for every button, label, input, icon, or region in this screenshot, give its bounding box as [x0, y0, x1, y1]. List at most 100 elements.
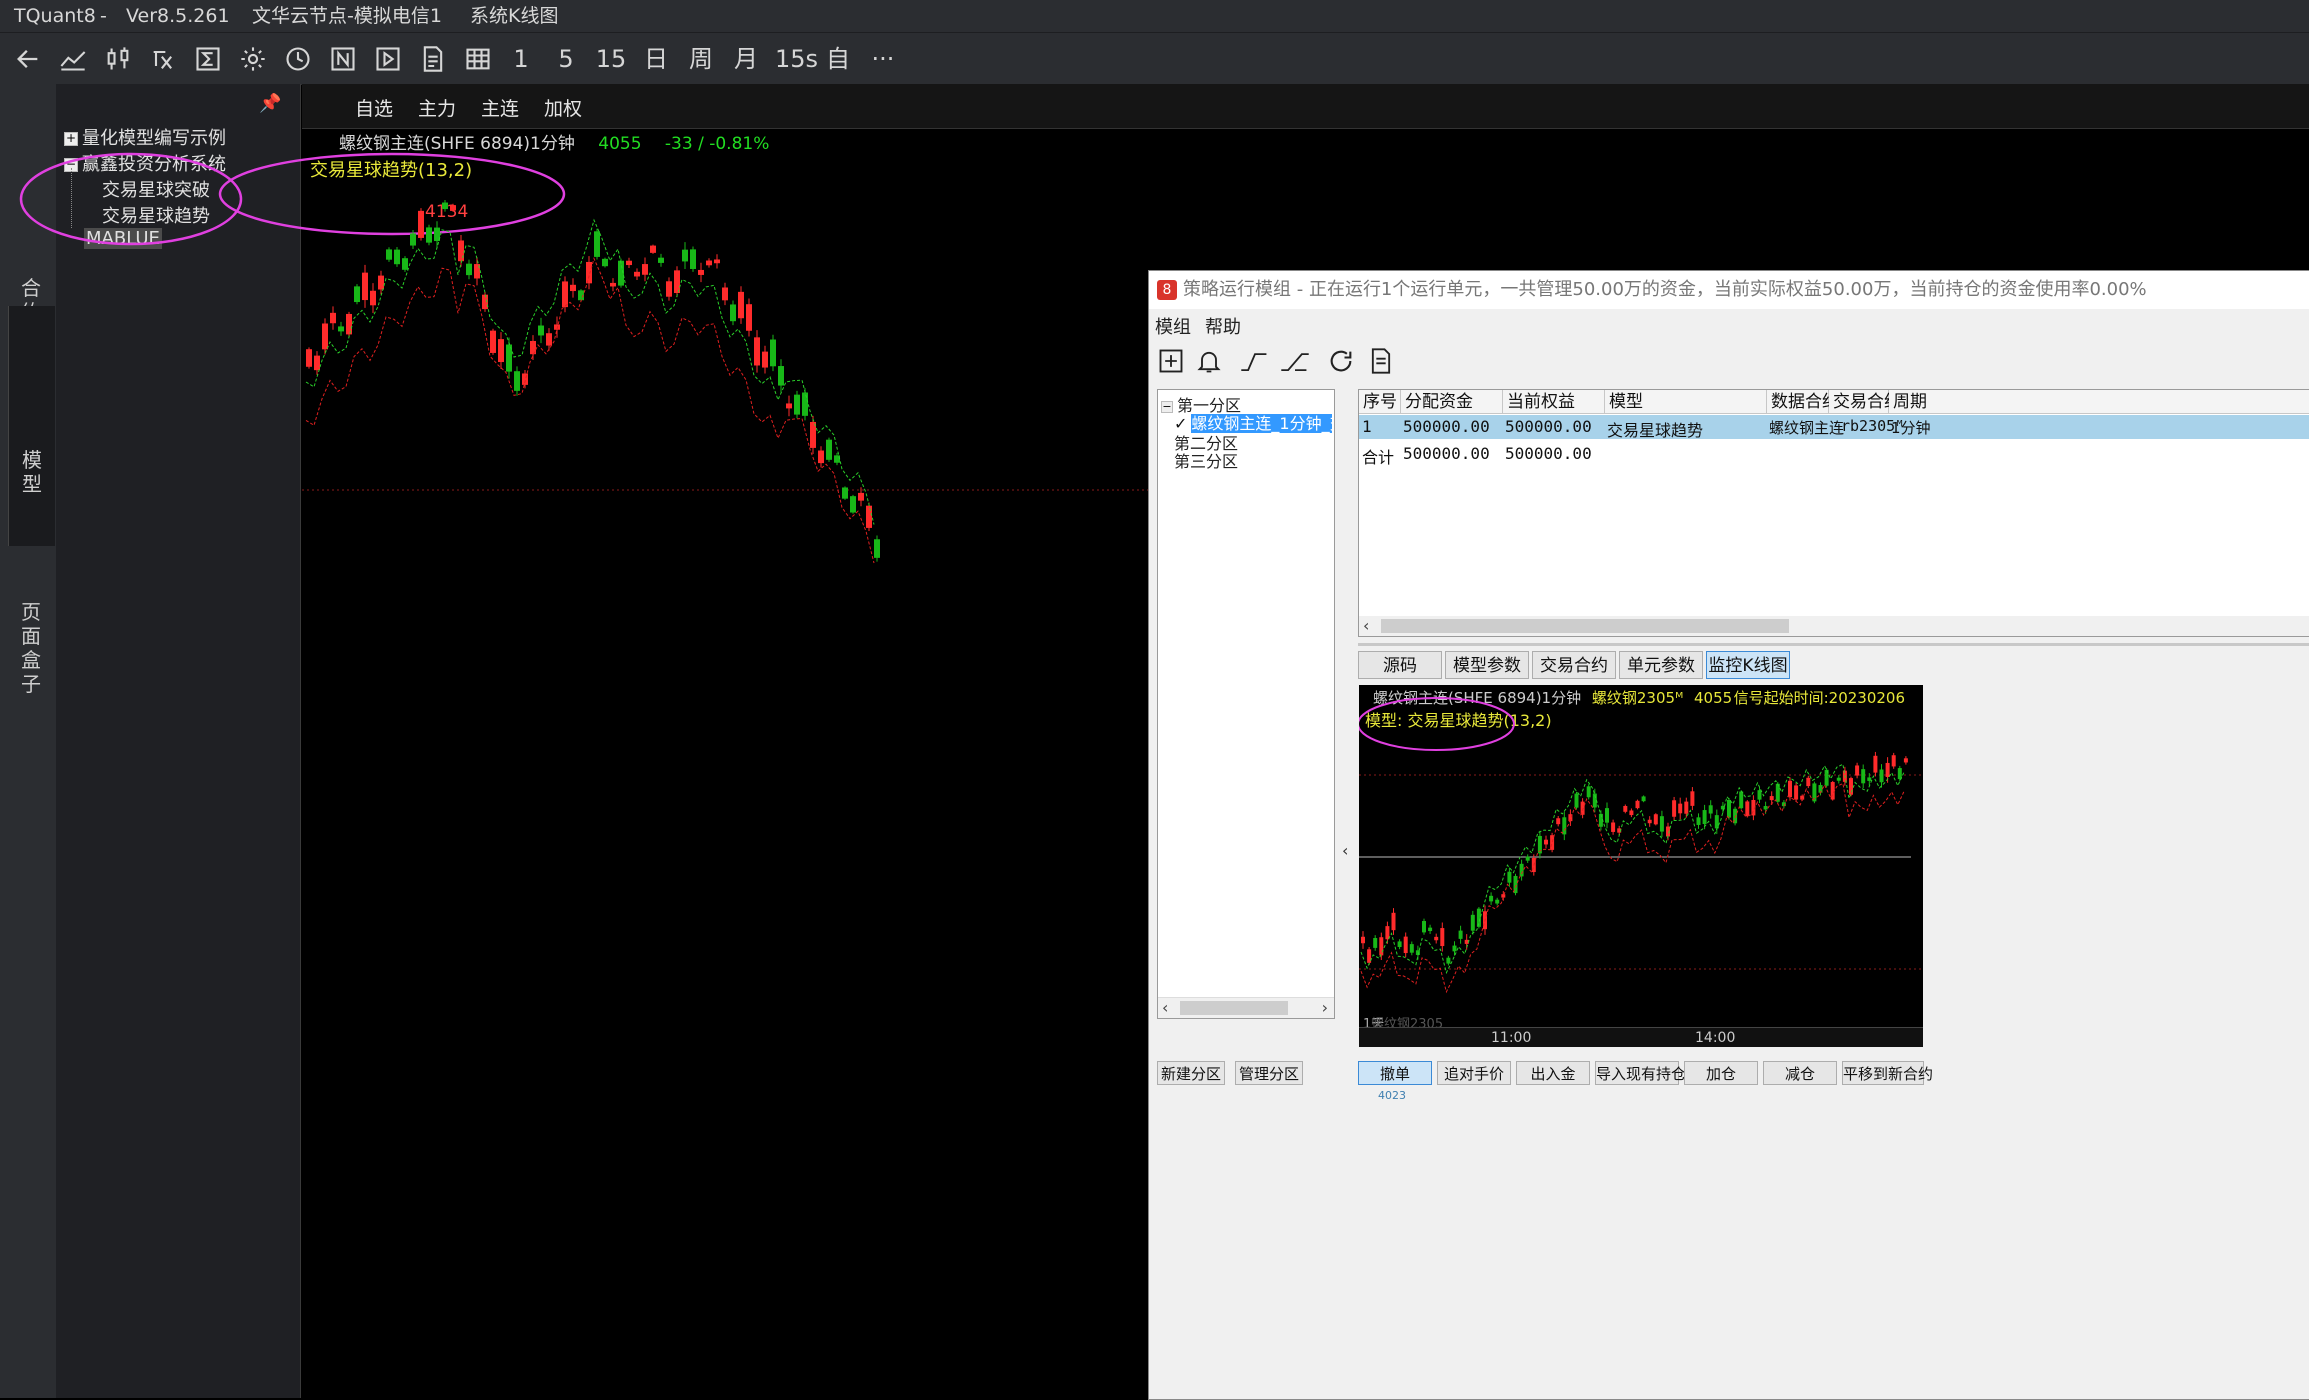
- cancel-order-button[interactable]: 撤单: [1358, 1061, 1432, 1085]
- unit-grid[interactable]: 序号 分配资金 当前权益 模型 数据合约 交易合约 周期 1 500000.00…: [1358, 389, 2309, 637]
- candle: [418, 210, 424, 238]
- signal-up-icon[interactable]: [1239, 347, 1269, 377]
- scroll-thumb[interactable]: [1381, 619, 1789, 633]
- cell-capital: 500000.00: [1403, 444, 1490, 463]
- tab-continuous[interactable]: 主连: [481, 94, 519, 121]
- title-separator: -: [100, 5, 107, 27]
- tab-page-box[interactable]: 页 面 盒 子: [8, 554, 54, 754]
- candle: [346, 313, 352, 335]
- period-15[interactable]: 15: [593, 41, 629, 77]
- new-partition-button[interactable]: 新建分区: [1157, 1061, 1225, 1085]
- refresh-icon[interactable]: [1327, 347, 1357, 377]
- period-1[interactable]: 1: [503, 41, 539, 77]
- title-bar: TQuant8 - Ver8.5.261 文华云节点-模拟电信1 系统K线图: [0, 0, 2309, 32]
- n-icon[interactable]: [325, 41, 361, 77]
- bell-icon[interactable]: [1195, 347, 1225, 377]
- manage-partition-button[interactable]: 管理分区: [1235, 1061, 1303, 1085]
- table-icon[interactable]: [460, 41, 496, 77]
- col-header-trade-contract[interactable]: 交易合约: [1829, 390, 1901, 414]
- dialog-title-bar: 8 策略运行模组 - 正在运行1个运行单元，一共管理50.00万的资金，当前实际…: [1149, 271, 2309, 309]
- candle: [1885, 762, 1890, 777]
- deposit-withdraw-button[interactable]: 出入金: [1516, 1061, 1590, 1085]
- splitter[interactable]: [1358, 643, 2309, 646]
- menu-help[interactable]: 帮助: [1205, 313, 1241, 339]
- candle: [354, 286, 360, 303]
- tab-monitor-kline[interactable]: 监控K线图: [1706, 651, 1790, 679]
- period-week[interactable]: 周: [683, 41, 719, 77]
- candle: [1653, 814, 1658, 825]
- candle: [522, 373, 528, 385]
- col-header-capital[interactable]: 分配资金: [1401, 390, 1503, 414]
- roll-contract-button[interactable]: 平移到新合约: [1842, 1061, 1933, 1085]
- candle: [1769, 796, 1774, 801]
- period-15s[interactable]: 15s: [775, 41, 818, 77]
- grid-hscrollbar[interactable]: ‹: [1359, 616, 2309, 636]
- table-row-total[interactable]: 合计 500000.00 500000.00: [1359, 442, 2309, 467]
- candle: [1867, 777, 1872, 781]
- period-5[interactable]: 5: [548, 41, 584, 77]
- candle: [1775, 783, 1780, 802]
- candlestick-icon[interactable]: [100, 41, 136, 77]
- candle: [1745, 801, 1750, 817]
- candle: [1714, 815, 1719, 829]
- clock-icon[interactable]: [280, 41, 316, 77]
- tab-unit-params[interactable]: 单元参数: [1619, 651, 1703, 679]
- scroll-thumb[interactable]: [1180, 1001, 1288, 1015]
- document-icon[interactable]: [415, 41, 451, 77]
- tab-main[interactable]: 主力: [418, 94, 456, 121]
- candle: [1586, 786, 1591, 798]
- server-name: 文华云节点-模拟电信1: [252, 5, 442, 27]
- report-icon[interactable]: [1367, 347, 1397, 377]
- menu-module[interactable]: 模组: [1155, 313, 1191, 339]
- col-header-index[interactable]: 序号: [1359, 390, 1401, 414]
- formula-icon[interactable]: [145, 41, 181, 77]
- chase-price-button[interactable]: 追对手价: [1437, 1061, 1511, 1085]
- signal-down-icon[interactable]: [1279, 347, 1309, 377]
- partition-3[interactable]: 第三分区: [1174, 448, 1238, 472]
- collapse-panel-arrow[interactable]: ‹: [1342, 841, 1348, 860]
- tab-source[interactable]: 源码: [1358, 651, 1442, 679]
- table-row[interactable]: 1 500000.00 500000.00 交易星球趋势 螺纹钢主连 rb230…: [1359, 415, 2309, 440]
- partition-tree[interactable]: −第一分区 ✓螺纹钢主连_1分钟_交易星球 第二分区 第三分区 ‹ ›: [1157, 389, 1335, 1019]
- col-header-period[interactable]: 周期: [1889, 390, 2309, 414]
- tab-trade-contract[interactable]: 交易合约: [1532, 651, 1616, 679]
- period-custom[interactable]: 自: [820, 41, 856, 77]
- dialog-toolbar: [1149, 345, 2309, 381]
- line-chart-icon[interactable]: [55, 41, 91, 77]
- candle: [1739, 791, 1744, 809]
- reduce-position-button[interactable]: 减仓: [1763, 1061, 1837, 1085]
- more-icon[interactable]: ···: [865, 41, 901, 77]
- candle: [1806, 777, 1811, 787]
- col-header-data-contract[interactable]: 数据合约: [1767, 390, 1839, 414]
- candle: [738, 291, 744, 319]
- candle: [1611, 822, 1616, 832]
- candle: [1873, 755, 1878, 773]
- monitor-kline-chart[interactable]: 螺纹钢主连(SHFE 6894)1分钟 螺纹钢2305ᴹ 4055 信号起始时间…: [1359, 685, 1923, 1047]
- candle: [1672, 800, 1677, 817]
- tab-weighted[interactable]: 加权: [544, 94, 582, 121]
- candle: [1440, 928, 1445, 947]
- pin-icon[interactable]: 📌: [259, 93, 281, 114]
- add-position-button[interactable]: 加仓: [1684, 1061, 1758, 1085]
- cell-capital: 500000.00: [1403, 417, 1490, 436]
- tab-page-char-1: 页: [21, 600, 41, 624]
- tab-favorites[interactable]: 自选: [355, 94, 393, 121]
- candle: [1379, 937, 1384, 956]
- tab-model-params[interactable]: 模型参数: [1445, 651, 1529, 679]
- import-position-button[interactable]: 导入现有持仓: [1595, 1061, 1686, 1085]
- candle: [594, 231, 600, 257]
- col-header-equity[interactable]: 当前权益: [1503, 390, 1605, 414]
- col-header-model[interactable]: 模型: [1605, 390, 1767, 414]
- period-day[interactable]: 日: [638, 41, 674, 77]
- sigma-icon[interactable]: [190, 41, 226, 77]
- tree-hscrollbar[interactable]: ‹ ›: [1158, 997, 1334, 1018]
- settings-icon[interactable]: [235, 41, 271, 77]
- tab-model[interactable]: 模 型: [8, 306, 55, 546]
- period-month[interactable]: 月: [728, 41, 764, 77]
- play-icon[interactable]: [370, 41, 406, 77]
- add-icon[interactable]: [1157, 347, 1187, 377]
- back-icon[interactable]: [10, 41, 46, 77]
- candle: [1446, 957, 1451, 964]
- collapse-icon[interactable]: −: [1161, 400, 1173, 413]
- candle: [1647, 819, 1652, 824]
